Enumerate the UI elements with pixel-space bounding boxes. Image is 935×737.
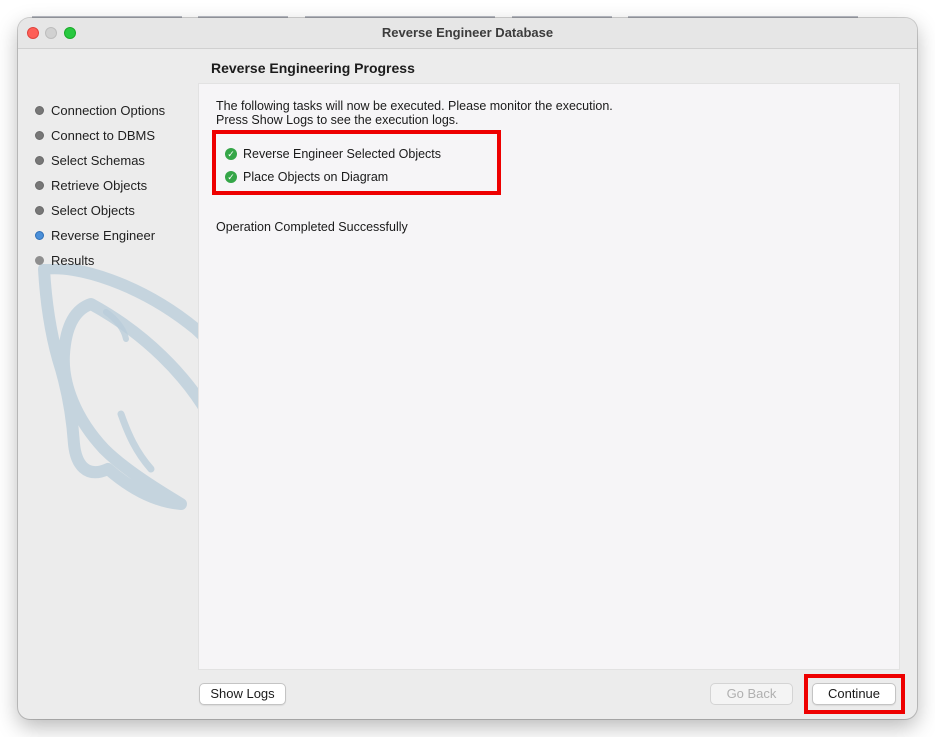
step-completed-icon <box>35 181 44 191</box>
tasks-highlight-box <box>212 130 501 195</box>
window-title: Reverse Engineer Database <box>381 25 554 40</box>
step-pending-icon <box>35 256 44 266</box>
step-label: Connect to DBMS <box>51 128 156 143</box>
step-label: Select Objects <box>51 203 135 218</box>
continue-highlight-box <box>804 674 905 714</box>
step-completed-icon <box>35 206 44 216</box>
page-title: Reverse Engineering Progress <box>211 60 415 76</box>
step-retrieve-objects: Retrieve Objects <box>35 177 147 195</box>
wizard-window: Reverse Engineer Database Connection Opt… <box>18 18 917 719</box>
instructions-text: The following tasks will now be executed… <box>216 99 613 127</box>
wizard-steps-sidebar: Connection Options Connect to DBMS Selec… <box>18 49 341 689</box>
step-label: Retrieve Objects <box>51 178 148 193</box>
title-bar: Reverse Engineer Database <box>18 18 917 49</box>
step-completed-icon <box>35 131 44 141</box>
step-completed-icon <box>35 156 44 166</box>
step-label: Reverse Engineer <box>51 228 156 243</box>
step-active-icon <box>35 231 44 241</box>
step-reverse-engineer: Reverse Engineer <box>35 227 155 245</box>
step-results: Results <box>35 252 94 270</box>
step-connection-options: Connection Options <box>35 102 165 120</box>
step-connect-to-dbms: Connect to DBMS <box>35 127 155 145</box>
go-back-button[interactable]: Go Back <box>710 683 793 705</box>
step-label: Select Schemas <box>51 153 145 168</box>
instructions-line-2: Press Show Logs to see the execution log… <box>216 113 459 127</box>
instructions-line-1: The following tasks will now be executed… <box>216 99 613 113</box>
operation-status-message: Operation Completed Successfully <box>216 220 408 234</box>
show-logs-button[interactable]: Show Logs <box>199 683 286 705</box>
step-completed-icon <box>35 106 44 116</box>
step-label: Results <box>51 253 95 268</box>
step-select-schemas: Select Schemas <box>35 152 145 170</box>
background-window-edge <box>0 0 935 18</box>
step-label: Connection Options <box>51 103 166 118</box>
step-select-objects: Select Objects <box>35 202 135 220</box>
